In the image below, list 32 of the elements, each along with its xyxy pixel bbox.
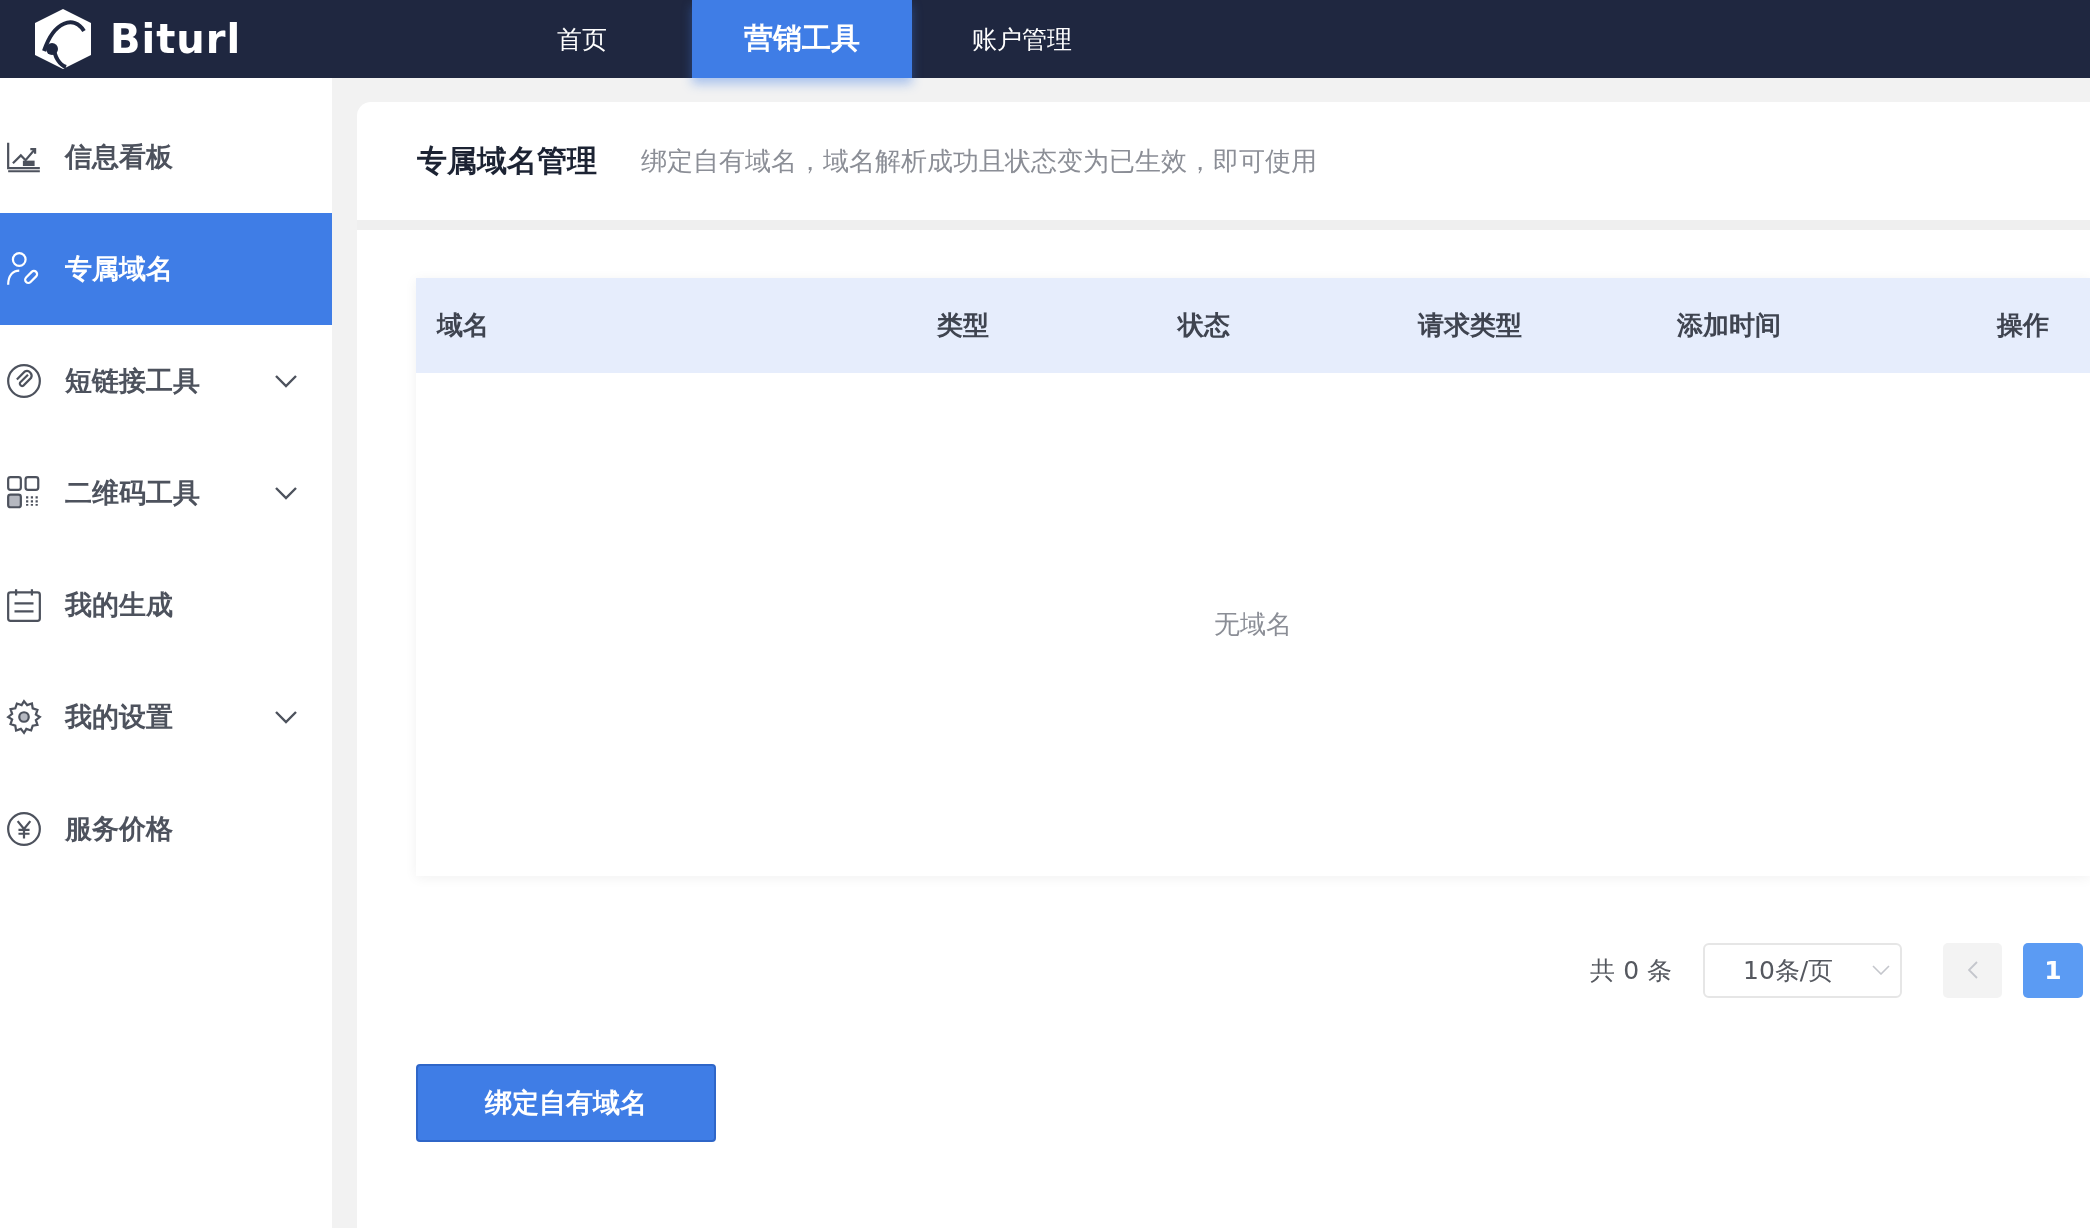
page-size-select[interactable]: 10条/页 <box>1703 942 1902 998</box>
bind-domain-button[interactable]: 绑定自有域名 <box>416 1064 716 1142</box>
total-count: 共 0 条 <box>1590 954 1672 987</box>
nav-tab[interactable]: 营销工具 <box>692 0 912 78</box>
column-header: 状态 <box>1176 309 1231 342</box>
chevron-down-icon <box>274 486 298 500</box>
chevron-left-icon <box>1967 961 1978 979</box>
logo-text: Biturl <box>110 16 242 62</box>
sidebar-item[interactable]: 二维码工具 <box>0 437 332 549</box>
sidebar-item[interactable]: 专属域名 <box>0 213 332 325</box>
column-header: 操作 <box>1995 309 2050 342</box>
nav-tab[interactable]: 首页 <box>472 0 692 78</box>
sidebar-item[interactable]: 信息看板 <box>0 101 332 213</box>
chevron-down-icon <box>274 710 298 724</box>
page-description: 绑定自有域名，域名解析成功且状态变为已生效，即可使用 <box>641 144 1317 178</box>
settings-icon <box>5 698 43 736</box>
sidebar-item[interactable]: 我的生成 <box>0 549 332 661</box>
column-header: 请求类型 <box>1416 309 1523 342</box>
column-header: 类型 <box>936 309 990 342</box>
yen-icon <box>5 810 43 848</box>
chevron-down-icon <box>1872 965 1890 975</box>
calendar-icon <box>5 586 43 624</box>
sidebar-item[interactable]: 服务价格 <box>0 773 332 885</box>
sidebar-item[interactable]: 我的设置 <box>0 661 332 773</box>
sidebar-item[interactable]: 短链接工具 <box>0 325 332 437</box>
nav-tab[interactable]: 账户管理 <box>912 0 1132 78</box>
column-header: 域名 <box>435 309 490 342</box>
column-header: 添加时间 <box>1676 309 1782 342</box>
page-title: 专属域名管理 <box>417 141 597 180</box>
paperclip-icon <box>5 362 43 400</box>
chevron-down-icon <box>274 374 298 388</box>
empty-message: 无域名 <box>1214 608 1292 641</box>
